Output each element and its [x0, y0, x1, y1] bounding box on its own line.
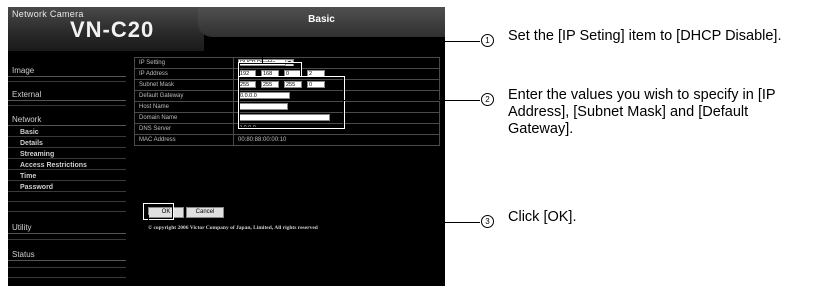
callout-2-number: 2	[481, 93, 494, 106]
callout-1-leader	[262, 41, 480, 42]
callout-2-leader	[342, 100, 480, 101]
page-title: Basic	[308, 14, 335, 25]
camera-web-ui-screenshot: Network Camera VN-C20 Basic Image Extern…	[8, 7, 445, 286]
sidebar-item-streaming[interactable]: Streaming	[8, 150, 126, 159]
copyright-notice: © copyright 2006 Victor Company of Japan…	[148, 225, 318, 231]
callout-3-leader	[148, 222, 480, 223]
sidebar-item-basic[interactable]: Basic	[8, 128, 126, 137]
callout-1-number: 1	[481, 34, 494, 47]
callout-1-text: Set the [IP Seting] item to [DHCP Disabl…	[508, 28, 782, 44]
sidebar-item-details[interactable]: Details	[8, 139, 126, 148]
sidebar-item-time[interactable]: Time	[8, 172, 126, 181]
header-brand-area: Network Camera VN-C20	[8, 7, 204, 51]
header-title-tab: Basic	[198, 7, 445, 37]
callout-3-number: 3	[481, 215, 494, 228]
subnet-mask-label: Subnet Mask	[134, 79, 234, 91]
host-name-label: Host Name	[134, 101, 234, 113]
model-name: VN-C20	[70, 17, 155, 42]
ip-setting-label: IP Setting	[134, 57, 234, 69]
sidebar-item-password[interactable]: Password	[8, 183, 126, 192]
sidebar-item-network[interactable]: Network	[8, 114, 126, 126]
callout-3-drop	[148, 215, 149, 223]
sidebar-nav: Image External Network Basic Details Str…	[8, 51, 126, 286]
sidebar-item-image[interactable]: Image	[8, 65, 126, 77]
sidebar-item-status[interactable]: Status	[8, 249, 126, 261]
sidebar-item-external[interactable]: External	[8, 89, 126, 101]
cancel-button[interactable]: Cancel	[186, 207, 224, 218]
highlight-address-fields	[239, 77, 344, 128]
mac-address-value: 00:80:88:00:00:10	[238, 137, 287, 143]
callout-1-drop	[262, 41, 263, 63]
callout-2-text: Enter the values you wish to specify in …	[508, 87, 776, 137]
highlight-ip-setting	[239, 63, 301, 77]
sidebar-item-utility[interactable]: Utility	[8, 222, 126, 234]
domain-name-label: Domain Name	[134, 112, 234, 124]
callout-3-text: Click [OK].	[508, 209, 577, 225]
default-gateway-label: Default Gateway	[134, 90, 234, 102]
mac-address-label: MAC Address	[134, 134, 234, 146]
sidebar-item-access-restrictions[interactable]: Access Restrictions	[8, 161, 126, 170]
ip-address-label: IP Address	[134, 68, 234, 80]
table-row: MAC Address 00:80:88:00:00:10	[134, 134, 440, 146]
dns-server-label: DNS Server	[134, 123, 234, 135]
